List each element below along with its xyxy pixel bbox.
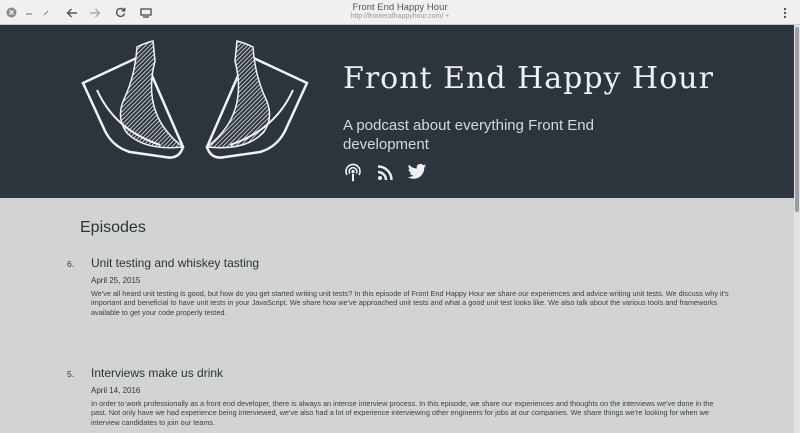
page-scrollbar[interactable]: [794, 25, 800, 433]
site-tagline: A podcast about everything Front End dev…: [343, 117, 594, 153]
forward-arrow-icon[interactable]: [87, 5, 103, 20]
episode-date: April 14, 2016: [91, 386, 141, 395]
episode-description: We've all heard unit testing is good, bu…: [91, 289, 729, 317]
episode-number: 6.: [67, 259, 75, 269]
happy-hour-glasses-logo-icon[interactable]: [75, 35, 315, 185]
address-url[interactable]: http://frontendhappyhour.com/ +: [300, 13, 500, 20]
menu-icon[interactable]: [780, 5, 790, 20]
site-title[interactable]: Front End Happy Hour: [343, 61, 714, 96]
maximize-window-icon[interactable]: [41, 5, 51, 20]
episode-description: In order to work professionally as a fro…: [91, 399, 714, 427]
episode-title-link[interactable]: Unit testing and whiskey tasting: [91, 256, 259, 270]
social-links: [343, 163, 429, 183]
minimize-window-icon[interactable]: [24, 5, 34, 20]
podcast-icon[interactable]: [343, 163, 365, 183]
site-header: Front End Happy Hour A podcast about eve…: [0, 25, 794, 198]
episode-date: April 25, 2015: [91, 276, 141, 285]
twitter-icon[interactable]: [407, 163, 429, 183]
back-arrow-icon[interactable]: [64, 5, 80, 20]
screen-icon[interactable]: [139, 5, 153, 20]
browser-toolbar: Front End Happy Hour http://frontendhapp…: [0, 0, 800, 25]
episode-number: 5.: [67, 369, 75, 379]
scrollbar-thumb[interactable]: [795, 27, 799, 212]
rss-icon[interactable]: [375, 163, 397, 183]
reload-icon[interactable]: [113, 5, 127, 20]
episodes-heading: Episodes: [80, 219, 146, 236]
close-window-icon[interactable]: [5, 5, 17, 20]
episode-title-link[interactable]: Interviews make us drink: [91, 366, 223, 380]
window-title: Front End Happy Hour: [352, 2, 448, 13]
